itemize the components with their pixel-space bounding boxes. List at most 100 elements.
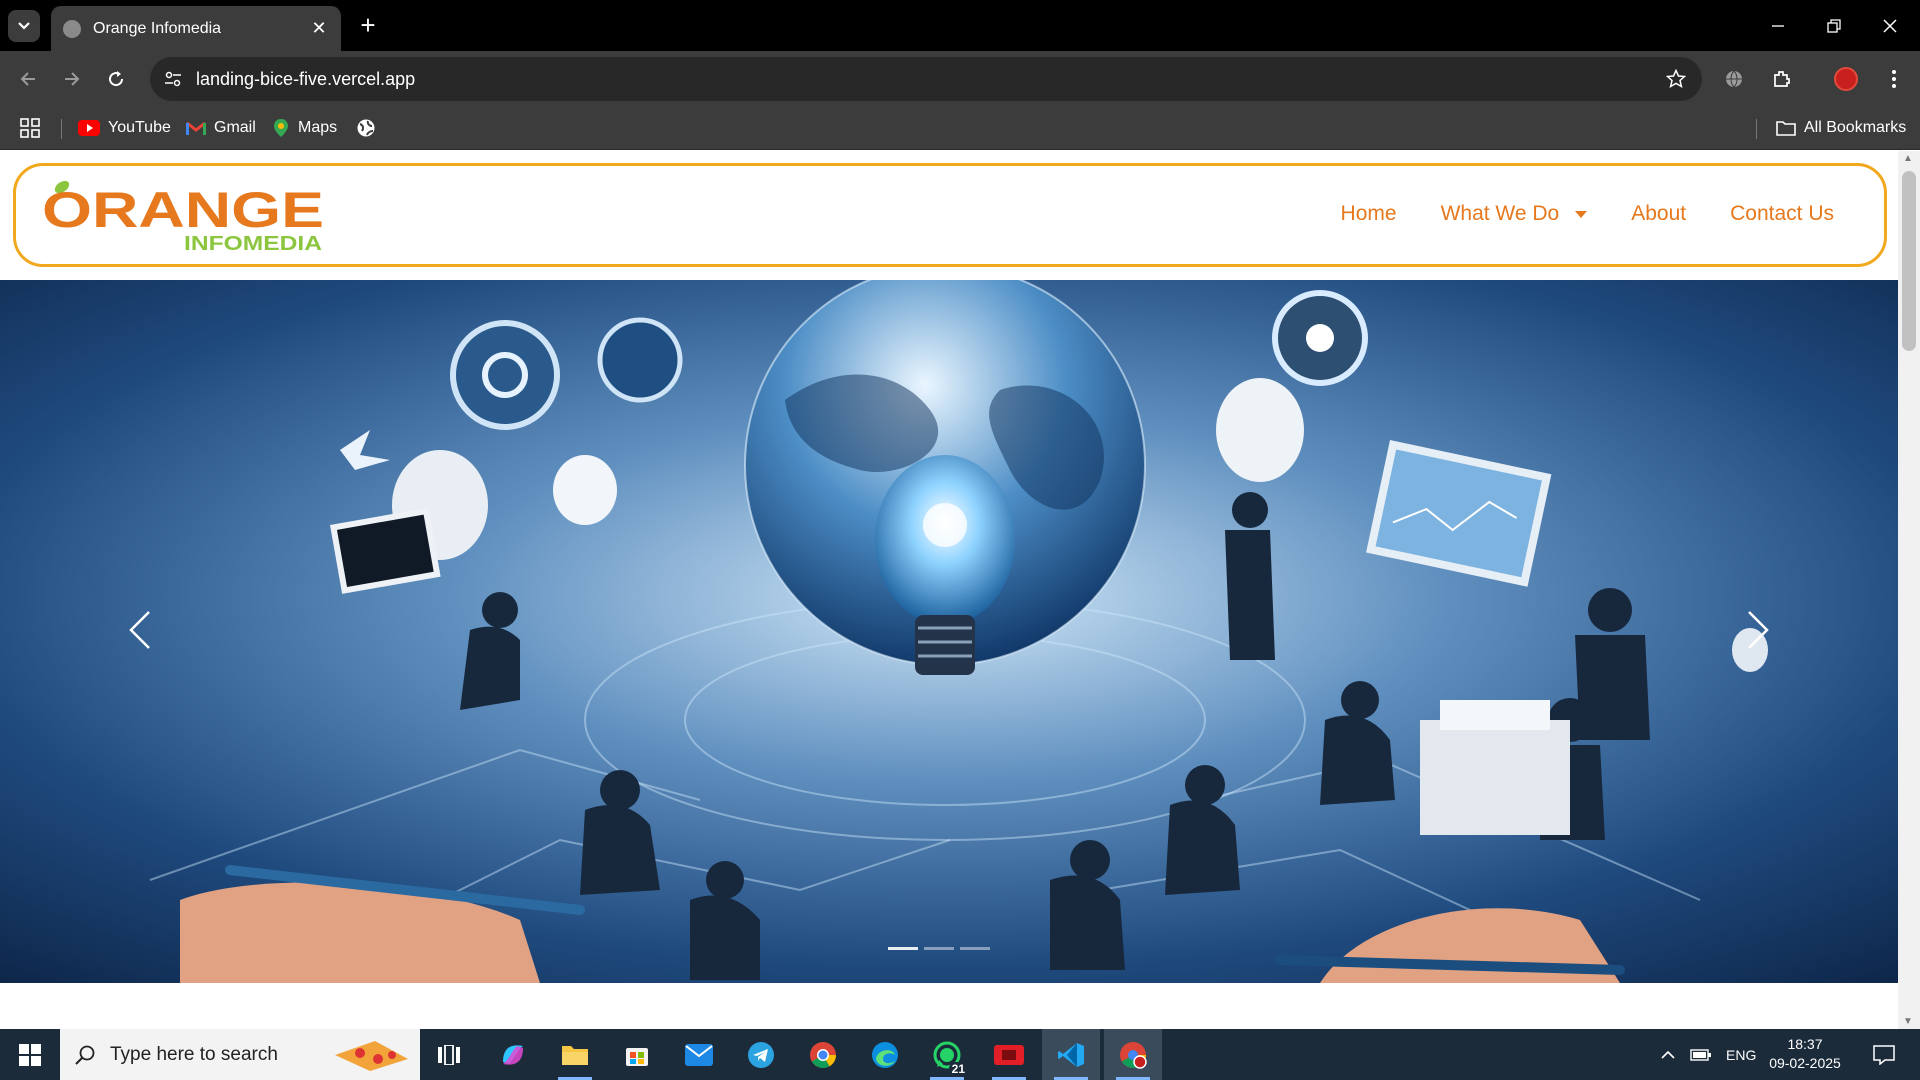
back-button[interactable] [12, 63, 44, 95]
clock-time: 18:37 [1787, 1036, 1823, 1052]
nav-links: Home What We Do About Contact Us [1297, 202, 1834, 226]
caret-down-icon [1575, 210, 1588, 218]
globe-icon [357, 119, 375, 137]
carousel-next-button[interactable] [1738, 600, 1778, 660]
more-vertical-icon [1892, 70, 1896, 88]
avatar [1834, 67, 1858, 91]
chevron-left-icon [129, 611, 150, 649]
minimize-button[interactable] [1750, 0, 1806, 51]
youtube-icon [78, 120, 100, 136]
new-tab-button[interactable]: + [352, 10, 384, 42]
carousel-indicator[interactable] [960, 947, 990, 950]
arrow-left-icon [20, 72, 35, 86]
gmail-icon [186, 121, 206, 135]
site-info-icon[interactable] [164, 70, 182, 88]
scrollbar-thumb[interactable] [1902, 171, 1916, 351]
carousel-indicators [888, 947, 990, 950]
nav-home[interactable]: Home [1341, 202, 1397, 226]
site-logo[interactable]: ORANGE INFOMEDIA [42, 180, 324, 255]
taskbar-search[interactable]: Type here to search [60, 1029, 420, 1080]
taskbar-mail[interactable] [670, 1029, 728, 1080]
folder-icon [562, 1045, 588, 1065]
close-icon [1883, 18, 1897, 33]
close-window-button[interactable] [1862, 0, 1918, 51]
windows-icon [19, 1043, 41, 1066]
all-bookmarks-button[interactable]: All Bookmarks [1776, 115, 1906, 141]
reload-icon [109, 71, 124, 87]
bookmark-divider [1756, 119, 1757, 139]
taskbar-file-explorer[interactable] [546, 1029, 604, 1080]
notifications-button[interactable] [1864, 1029, 1904, 1080]
carousel-prev-button[interactable] [120, 600, 160, 660]
edge-icon [872, 1041, 898, 1068]
translate-button[interactable] [1718, 63, 1750, 95]
tab-close-icon[interactable]: ✕ [309, 18, 329, 39]
bookmark-gmail[interactable]: Gmail [186, 115, 256, 141]
clock-date: 09-02-2025 [1769, 1055, 1841, 1071]
browser-tab[interactable]: Orange Infomedia ✕ [51, 6, 341, 51]
telegram-icon [748, 1041, 774, 1068]
restore-icon [1827, 18, 1841, 33]
chevron-up-icon[interactable] [1660, 1050, 1676, 1060]
taskbar-clock[interactable]: 18:37 09-02-2025 [1764, 1035, 1846, 1073]
logo-wordmark: ORANGE [42, 182, 324, 238]
chrome-profile-icon [1120, 1041, 1147, 1069]
apps-button[interactable] [20, 115, 40, 141]
task-view-button[interactable] [420, 1029, 478, 1080]
page-scrollbar[interactable]: ▲ ▼ [1898, 151, 1920, 1029]
tab-title: Orange Infomedia [93, 19, 222, 37]
start-button[interactable] [0, 1029, 60, 1080]
notification-icon [1873, 1044, 1895, 1065]
bookmark-maps[interactable]: Maps [272, 115, 337, 141]
forward-button[interactable] [56, 63, 88, 95]
taskbar-chrome[interactable] [794, 1029, 852, 1080]
windows-taskbar: Type here to search 21 ENG 18:37 09-02-2… [0, 1029, 1920, 1080]
address-bar[interactable]: landing-bice-five.vercel.app [150, 57, 1702, 101]
bookmark-globe[interactable] [356, 115, 376, 141]
extensions-button[interactable] [1766, 63, 1798, 95]
profile-button[interactable] [1830, 63, 1862, 95]
taskbar-app-red[interactable] [980, 1029, 1038, 1080]
taskbar-whatsapp[interactable]: 21 [918, 1029, 976, 1080]
store-icon [626, 1047, 648, 1066]
pizza-icon [335, 1041, 408, 1071]
tab-search-button[interactable] [8, 10, 40, 42]
chrome-icon [810, 1041, 837, 1068]
menu-button[interactable] [1878, 63, 1910, 95]
taskbar-chrome-active[interactable] [1104, 1029, 1162, 1080]
reload-button[interactable] [100, 63, 132, 95]
scroll-down-icon[interactable]: ▼ [1903, 1016, 1913, 1027]
battery-icon[interactable] [1690, 1048, 1712, 1062]
restore-button[interactable] [1806, 0, 1862, 51]
task-view-icon [438, 1044, 460, 1065]
carousel-indicator[interactable] [888, 947, 918, 950]
chevron-right-icon [1748, 611, 1769, 649]
taskbar-telegram[interactable] [732, 1029, 790, 1080]
vscode-icon [1058, 1042, 1084, 1067]
nav-about[interactable]: About [1631, 202, 1686, 226]
minimize-icon [1772, 24, 1784, 27]
taskbar-edge[interactable] [856, 1029, 914, 1080]
all-bookmarks-label: All Bookmarks [1804, 119, 1907, 136]
copilot-icon [503, 1044, 523, 1065]
taskbar-vscode[interactable] [1042, 1029, 1100, 1080]
search-placeholder: Type here to search [110, 1043, 278, 1065]
browser-toolbar: landing-bice-five.vercel.app [0, 51, 1920, 107]
bookmark-youtube[interactable]: YouTube [78, 115, 171, 141]
carousel-indicator[interactable] [924, 947, 954, 950]
logo-subtitle: INFOMEDIA [184, 233, 322, 252]
hero-carousel [0, 280, 1898, 983]
taskbar-store[interactable] [608, 1029, 666, 1080]
taskbar-copilot[interactable] [484, 1029, 542, 1080]
url-text: landing-bice-five.vercel.app [196, 69, 416, 89]
star-icon[interactable] [1666, 69, 1686, 89]
nav-contact[interactable]: Contact Us [1730, 202, 1834, 226]
whatsapp-badge: 21 [948, 1062, 968, 1076]
nav-what-we-do[interactable]: What We Do [1441, 202, 1588, 226]
language-indicator[interactable]: ENG [1726, 1047, 1756, 1063]
system-tray: ENG [1660, 1029, 1756, 1080]
hero-image [0, 280, 1898, 983]
bookmark-label: YouTube [108, 119, 171, 136]
scroll-up-icon[interactable]: ▲ [1903, 153, 1913, 164]
bookmark-label: Maps [298, 119, 338, 136]
